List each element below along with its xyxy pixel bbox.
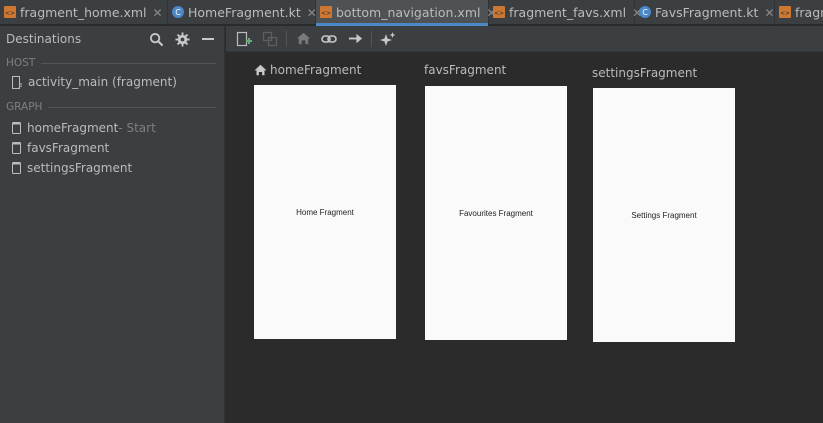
- xml-file-icon: <>: [779, 6, 791, 18]
- editor-tab-bar: <> fragment_home.xml ✕ C HomeFragment.kt…: [0, 0, 823, 26]
- section-divider: [48, 106, 216, 108]
- gear-icon[interactable]: [172, 29, 192, 49]
- section-divider: [41, 62, 216, 64]
- sidebar-item-label: settingsFragment: [27, 161, 133, 175]
- panel-title: Destinations: [6, 32, 82, 46]
- node-title-label: homeFragment: [270, 63, 362, 77]
- svg-text:<>: <>: [5, 10, 15, 17]
- activity-icon: A: [12, 75, 23, 89]
- sidebar-item-homefragment[interactable]: homeFragment - Start: [0, 118, 224, 138]
- sidebar-item-favsfragment[interactable]: favsFragment: [0, 138, 224, 158]
- tab-fragment-favs-xml[interactable]: <> fragment_favs.xml ✕: [489, 0, 642, 25]
- fragment-preview-text: Favourites Fragment: [459, 208, 533, 218]
- navigation-editor-toolbar: [226, 26, 823, 52]
- fragment-preview-settings[interactable]: Settings Fragment: [593, 88, 735, 342]
- node-title-label: favsFragment: [424, 63, 507, 77]
- tab-fragment-overflow[interactable]: <> fragn: [775, 0, 823, 25]
- kotlin-file-icon: C: [639, 6, 651, 18]
- nested-graph-icon[interactable]: [260, 29, 280, 49]
- kotlin-file-icon: C: [172, 6, 184, 18]
- home-icon: [254, 64, 267, 76]
- fragment-icon: [12, 142, 21, 154]
- minimize-icon[interactable]: [198, 29, 218, 49]
- xml-file-icon: <>: [320, 6, 332, 18]
- arrow-right-icon[interactable]: [345, 29, 365, 49]
- toolbar-separator: [286, 30, 287, 47]
- start-marker: - Start: [118, 121, 156, 135]
- new-destination-icon[interactable]: [234, 29, 254, 49]
- host-section-label: HOST: [6, 57, 36, 69]
- fragment-preview-favs[interactable]: Favourites Fragment: [425, 86, 567, 340]
- graph-section-label: GRAPH: [6, 101, 43, 113]
- fragment-icon: [12, 162, 21, 174]
- tab-homefragment-kt[interactable]: C HomeFragment.kt ✕: [168, 0, 317, 25]
- xml-file-icon: <>: [493, 6, 505, 18]
- link-icon[interactable]: [319, 29, 339, 49]
- fragment-preview-text: Home Fragment: [296, 207, 354, 217]
- tab-label: fragn: [795, 5, 823, 20]
- svg-text:A: A: [19, 82, 23, 89]
- tab-label: bottom_navigation.xml: [336, 5, 481, 20]
- close-icon[interactable]: ✕: [153, 6, 163, 20]
- sidebar-item-settingsfragment[interactable]: settingsFragment: [0, 158, 224, 178]
- graph-section-header: GRAPH: [0, 98, 224, 116]
- search-icon[interactable]: [146, 29, 166, 49]
- svg-text:<>: <>: [494, 10, 504, 17]
- svg-text:<>: <>: [780, 10, 790, 17]
- tab-label: FavsFragment.kt: [655, 5, 759, 20]
- fragment-preview-home[interactable]: Home Fragment: [254, 85, 396, 339]
- home-icon[interactable]: [293, 29, 313, 49]
- toolbar-separator: [371, 30, 372, 47]
- node-title-homefragment[interactable]: homeFragment: [254, 63, 361, 77]
- sidebar-item-label: favsFragment: [27, 141, 110, 155]
- tab-fragment-home-xml[interactable]: <> fragment_home.xml ✕: [0, 0, 168, 25]
- svg-text:<>: <>: [321, 10, 331, 17]
- destinations-panel: Destinations HOST A activity_main (fragm…: [0, 26, 225, 423]
- tab-bottom-navigation-xml[interactable]: <> bottom_navigation.xml ✕: [316, 0, 497, 26]
- fragment-preview-text: Settings Fragment: [631, 210, 697, 220]
- fragment-icon: [12, 122, 21, 134]
- xml-file-icon: <>: [4, 6, 16, 18]
- tab-label: fragment_home.xml: [20, 5, 147, 20]
- destinations-toolbar: Destinations: [0, 26, 224, 52]
- tab-label: HomeFragment.kt: [188, 5, 301, 20]
- tab-label: fragment_favs.xml: [509, 5, 627, 20]
- node-title-label: settingsFragment: [592, 66, 698, 80]
- auto-arrange-icon[interactable]: [378, 29, 398, 49]
- close-icon[interactable]: ✕: [764, 6, 774, 20]
- tab-favsfragment-kt[interactable]: C FavsFragment.kt ✕: [635, 0, 775, 25]
- host-section-header: HOST: [0, 54, 224, 72]
- svg-text:C: C: [642, 8, 648, 17]
- node-title-favsfragment[interactable]: favsFragment: [424, 63, 506, 77]
- host-item[interactable]: A activity_main (fragment): [0, 72, 224, 92]
- svg-text:C: C: [175, 8, 181, 17]
- node-title-settingsfragment[interactable]: settingsFragment: [592, 66, 697, 80]
- host-item-label: activity_main (fragment): [28, 75, 177, 89]
- navigation-graph-canvas[interactable]: homeFragment Home Fragment favsFragment …: [226, 53, 823, 423]
- sidebar-item-label: homeFragment: [27, 121, 119, 135]
